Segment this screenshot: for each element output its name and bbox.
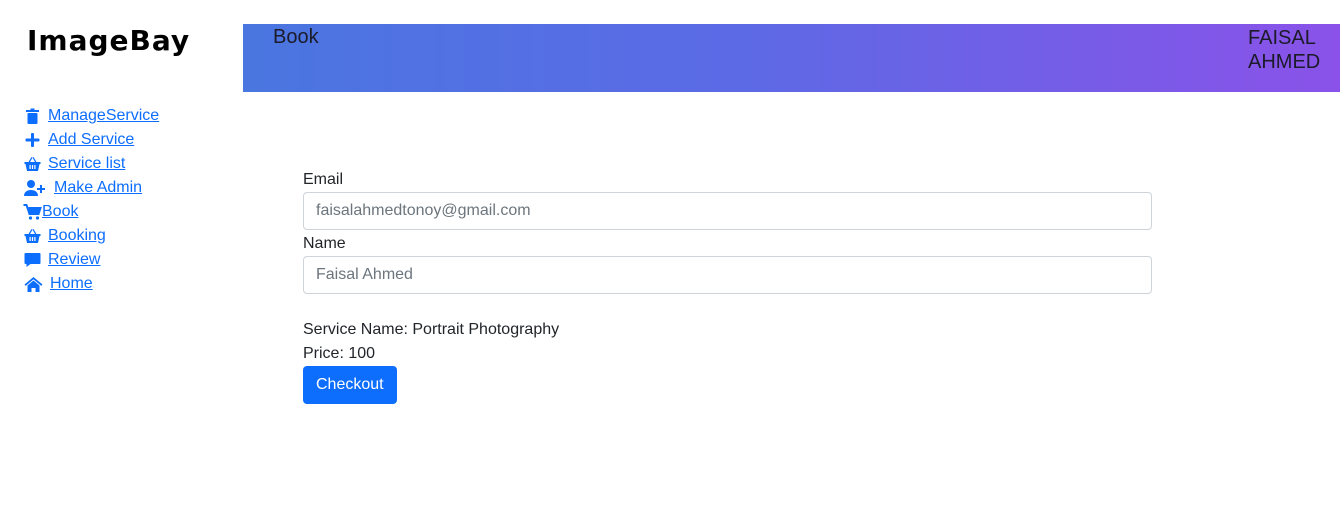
sidebar-link-home[interactable]: Home	[50, 275, 93, 293]
name-field[interactable]: Faisal Ahmed	[303, 256, 1152, 294]
trash-icon	[23, 108, 41, 124]
header-bar: Book FAISAL AHMED	[243, 24, 1340, 92]
email-label: Email	[303, 171, 344, 188]
sidebar-item-service-list[interactable]: Service list	[23, 152, 159, 176]
sidebar-link-booking[interactable]: Booking	[48, 227, 106, 245]
basket-icon	[23, 156, 41, 172]
sidebar-item-booking[interactable]: Booking	[23, 224, 159, 248]
sidebar-item-make-admin[interactable]: Make Admin	[23, 176, 159, 200]
basket-icon	[23, 228, 41, 244]
sidebar-link-add-service[interactable]: Add Service	[48, 131, 134, 149]
checkout-button[interactable]: Checkout	[303, 366, 397, 404]
sidebar-link-service-list[interactable]: Service list	[48, 155, 125, 173]
logo: ImageBay	[27, 24, 191, 57]
sidebar-item-home[interactable]: Home	[23, 272, 159, 296]
cart-icon	[23, 204, 42, 220]
user-name: FAISAL AHMED	[1248, 27, 1321, 73]
sidebar-item-book[interactable]: Book	[23, 200, 159, 224]
email-field[interactable]: faisalahmedtonoy@gmail.com	[303, 192, 1152, 230]
comment-icon	[23, 252, 41, 268]
plus-icon	[23, 132, 41, 148]
user-plus-icon	[23, 180, 47, 196]
sidebar-link-manage-service[interactable]: ManageService	[48, 107, 159, 125]
sidebar-link-book[interactable]: Book	[42, 203, 78, 221]
name-label: Name	[303, 235, 346, 252]
price: Price: 100	[303, 345, 376, 362]
service-name: Service Name: Portrait Photography	[303, 321, 560, 338]
sidebar: ManageService Add Service Service list M…	[23, 104, 159, 296]
page-title: Book	[273, 26, 319, 48]
sidebar-link-make-admin[interactable]: Make Admin	[54, 179, 142, 197]
sidebar-item-review[interactable]: Review	[23, 248, 159, 272]
booking-form: Email faisalahmedtonoy@gmail.com Name Fa…	[303, 170, 1152, 404]
sidebar-item-manage-service[interactable]: ManageService	[23, 104, 159, 128]
sidebar-link-review[interactable]: Review	[48, 251, 100, 269]
sidebar-item-add-service[interactable]: Add Service	[23, 128, 159, 152]
home-icon	[23, 276, 43, 292]
